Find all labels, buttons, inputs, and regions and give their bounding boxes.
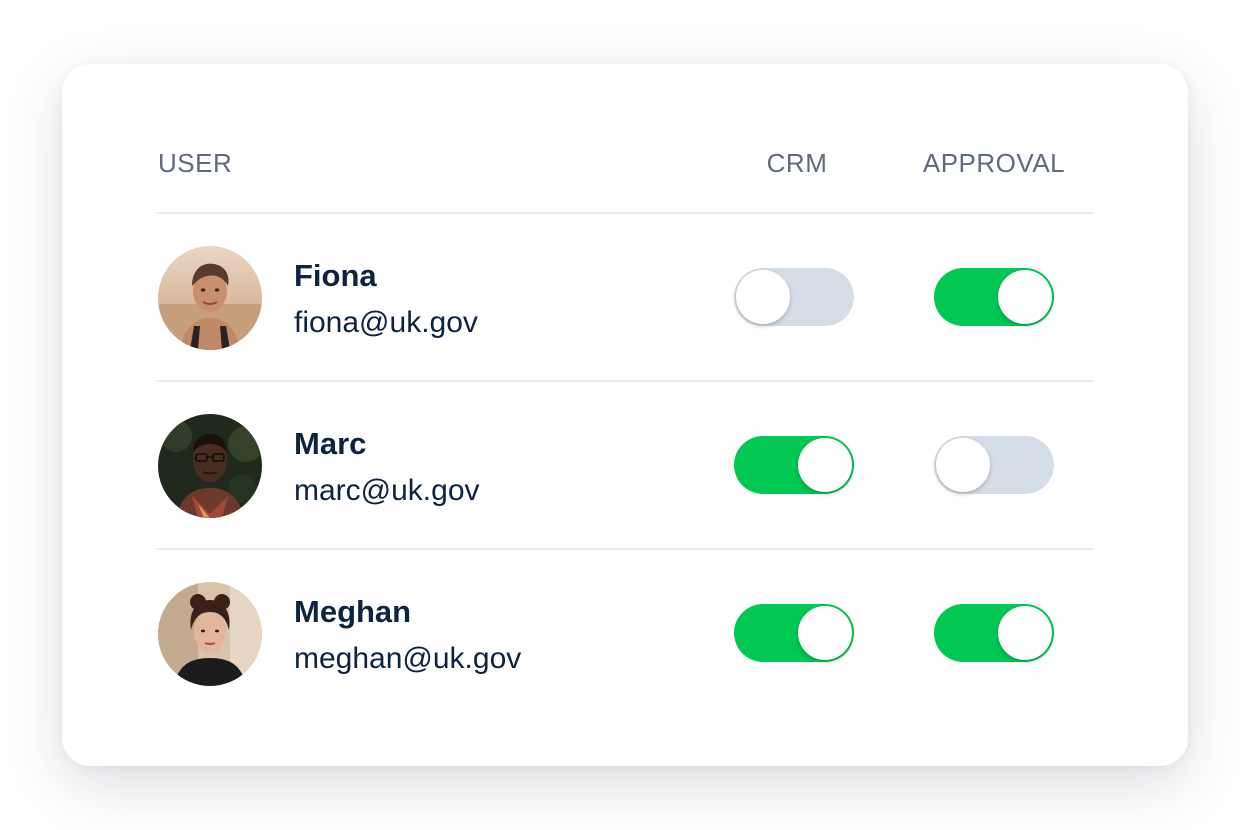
- user-row-fiona: Fiona fiona@uk.gov: [156, 214, 1093, 382]
- user-name: Meghan: [294, 594, 412, 629]
- crm-toggle[interactable]: [734, 436, 854, 494]
- avatar-fiona-image: [158, 246, 262, 350]
- crm-toggle[interactable]: [734, 604, 854, 662]
- crm-toggle[interactable]: [734, 268, 854, 326]
- toggle-knob: [736, 270, 790, 324]
- toggle-knob: [936, 438, 990, 492]
- column-header-approval: APPROVAL: [922, 148, 1066, 178]
- column-header-user: USER: [158, 148, 233, 178]
- user-email: fiona@uk.gov: [294, 306, 478, 339]
- user-name: Marc: [294, 426, 367, 461]
- column-header-crm: CRM: [766, 148, 828, 178]
- toggle-knob: [998, 270, 1052, 324]
- approval-toggle[interactable]: [934, 436, 1054, 494]
- user-email: meghan@uk.gov: [294, 642, 522, 675]
- user-name: Fiona: [294, 258, 377, 293]
- user-email: marc@uk.gov: [294, 474, 480, 507]
- user-permissions-card: USER CRM APPROVAL Fiona fiona@uk.gov Mar…: [62, 64, 1188, 766]
- avatar: [158, 582, 262, 686]
- approval-toggle[interactable]: [934, 268, 1054, 326]
- toggle-knob: [798, 606, 852, 660]
- avatar-meghan-image: [158, 582, 262, 686]
- toggle-knob: [798, 438, 852, 492]
- user-row-marc: Marc marc@uk.gov: [156, 382, 1093, 550]
- avatar: [158, 414, 262, 518]
- approval-toggle[interactable]: [934, 604, 1054, 662]
- user-row-meghan: Meghan meghan@uk.gov: [156, 550, 1093, 718]
- avatar: [158, 246, 262, 350]
- table-header: USER CRM APPROVAL: [156, 136, 1093, 214]
- toggle-knob: [998, 606, 1052, 660]
- avatar-marc-image: [158, 414, 262, 518]
